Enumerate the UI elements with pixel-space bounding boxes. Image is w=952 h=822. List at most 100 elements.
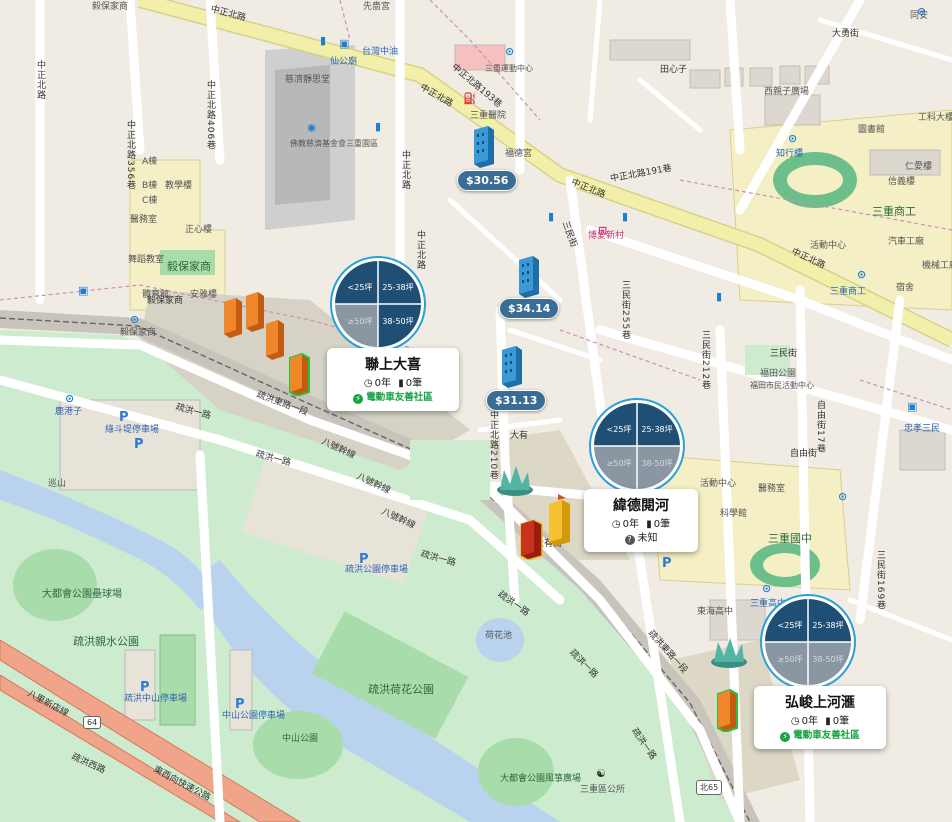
building-icon: ▮ — [646, 519, 652, 530]
place-label: 巡山 — [48, 479, 67, 489]
bicycle-icon[interactable]: ⊙ — [130, 313, 139, 326]
road-label: 中正北路406巷 — [205, 80, 215, 151]
size-label-lt25: <25坪 — [607, 425, 632, 434]
building-marker-red[interactable] — [518, 518, 548, 560]
tree-marker — [711, 638, 747, 668]
project-stats: ◷ 0年 ▮ 0筆 — [611, 519, 671, 530]
place-label: 活動中心 — [810, 241, 847, 251]
place-label: 活動中心 — [700, 479, 737, 489]
unit-size-chart[interactable]: <25坪 25-38坪 ≥50坪 38-50坪 — [330, 256, 426, 352]
place-label: 圖書館 — [858, 125, 886, 135]
building-marker-selected[interactable] — [287, 352, 313, 396]
ev-plug-icon: ⚡ — [780, 732, 791, 742]
road-label: 中正北路356巷 — [125, 120, 135, 191]
place-label: 佛教慈濟基金會三重園區 — [290, 139, 378, 148]
project-card[interactable]: 弘峻上河滙 ◷ 0年 ▮ 0筆 ⚡ 電動車友善社區 — [754, 686, 886, 749]
parking-icon[interactable]: P — [359, 552, 369, 567]
temple-icon: ☯ — [596, 767, 606, 780]
project-card[interactable]: 聯上大喜 ◷ 0年 ▮ 0筆 ⚡ 電動車友善社區 — [327, 348, 459, 411]
shopping-icon[interactable]: ⊡ — [598, 224, 607, 237]
parking-icon[interactable]: P — [140, 680, 150, 695]
bus-stop-icon[interactable]: ▮ — [622, 210, 628, 223]
parking-icon[interactable]: P — [134, 437, 144, 452]
bicycle-icon[interactable]: ⊙ — [505, 45, 514, 58]
place-label: 醫務室 — [758, 484, 786, 494]
place-label: 三重醫院 — [470, 111, 507, 121]
unit-size-chart[interactable]: <25坪 25-38坪 ≥50坪 38-50坪 — [760, 594, 856, 690]
place-label: 毅保家商 — [92, 2, 129, 12]
temple-icon: ✺ — [307, 122, 317, 135]
bicycle-icon[interactable]: ⊙ — [838, 490, 847, 503]
place-label: 大都會公園壘球場 — [42, 589, 122, 600]
road-label: 自由街 — [790, 449, 818, 459]
bus-stop-icon[interactable]: ▮ — [375, 120, 381, 133]
building-marker-blue[interactable] — [470, 124, 498, 168]
place-label: 工科大樓 — [918, 113, 952, 123]
place-label: 中山公園停車場 — [222, 711, 286, 721]
place-label: 毅保家商 — [167, 260, 211, 273]
place-label: 機械工廠 — [922, 261, 952, 271]
place-label: 疏洪公園停車場 — [345, 565, 409, 575]
place-label: 體育館 — [142, 290, 170, 300]
road-label: 田心子 — [660, 65, 688, 75]
place-label: 科學館 — [720, 509, 748, 519]
building-marker-blue[interactable] — [498, 344, 526, 388]
unknown-badge: ? 未知 — [594, 532, 688, 546]
parking-icon[interactable]: P — [235, 697, 245, 712]
building-marker-yellow[interactable] — [546, 494, 576, 546]
place-label: 三重商工 — [872, 205, 916, 218]
building-icon: ▮ — [825, 716, 831, 727]
price-tag[interactable]: $30.56 — [457, 170, 518, 191]
project-title: 聯上大喜 — [365, 357, 421, 373]
building-marker-selected[interactable] — [715, 688, 741, 732]
building-cluster-orange[interactable] — [220, 290, 292, 360]
bus-stop-icon[interactable]: ▮ — [716, 290, 722, 303]
bus-stop-icon[interactable]: ▣ — [78, 284, 88, 297]
place-label: 鹿港子 — [55, 407, 83, 417]
bicycle-icon[interactable]: ⊙ — [917, 5, 926, 18]
map-canvas[interactable]: 中正北路 中正北路193巷 中正北路191巷 中正北路 中正北路 中正北路 中正… — [0, 0, 952, 822]
clock-icon: ◷ — [790, 716, 800, 727]
question-icon: ? — [624, 535, 635, 545]
road-label: 三民街255巷 — [620, 280, 630, 341]
place-label: 三重運動中心 — [485, 64, 533, 73]
size-label-ge50: ≥50坪 — [778, 655, 803, 664]
place-label: 三重國中 — [768, 532, 812, 545]
size-label-25-38: 25-38坪 — [382, 283, 413, 292]
place-label: 仁愛樓 — [905, 162, 933, 172]
place-label: 三重區公所 — [580, 785, 626, 795]
road-label: 大有 — [510, 431, 529, 441]
bus-stop-icon[interactable]: ▣ — [907, 400, 917, 413]
highway-shield: 64 — [83, 716, 102, 729]
place-label: 忠孝三民 — [904, 424, 941, 434]
place-label: 教學樓 — [165, 181, 193, 191]
road-label: 中正北路 — [400, 150, 410, 190]
tree-marker — [497, 466, 533, 496]
bus-stop-icon[interactable]: ▮ — [320, 34, 326, 47]
parking-icon[interactable]: P — [119, 410, 129, 425]
size-label-38-50: 38-50坪 — [812, 655, 843, 664]
bicycle-icon[interactable]: ⊙ — [788, 132, 797, 145]
place-label: C棟 — [142, 196, 158, 206]
place-label: 東海高中 — [697, 607, 734, 617]
place-label: 信義樓 — [888, 177, 916, 187]
size-label-38-50: 38-50坪 — [382, 317, 413, 326]
bus-stop-icon[interactable]: ▣ — [339, 37, 349, 50]
place-label: 安雅樓 — [190, 290, 218, 300]
unit-size-chart[interactable]: <25坪 25-38坪 ≥50坪 38-50坪 — [589, 398, 685, 494]
place-label: 疏洪親水公園 — [73, 635, 139, 648]
bicycle-icon[interactable]: ⊙ — [857, 268, 866, 281]
price-tag[interactable]: $34.14 — [499, 298, 560, 319]
bicycle-icon[interactable]: ⊙ — [65, 392, 74, 405]
place-label: 知行樓 — [776, 149, 804, 159]
building-icon: ▮ — [398, 378, 404, 389]
road-label: 大勇街 — [832, 29, 860, 39]
project-card[interactable]: 緯德閱河 ◷ 0年 ▮ 0筆 ? 未知 — [584, 489, 698, 552]
building-marker-blue[interactable] — [515, 254, 543, 298]
price-tag[interactable]: $31.13 — [486, 390, 547, 411]
size-label-lt25: <25坪 — [778, 621, 803, 630]
fuel-icon[interactable]: ⛽ — [463, 92, 477, 105]
road-label: 三民街169巷 — [875, 550, 885, 611]
bus-stop-icon[interactable]: ▮ — [548, 210, 554, 223]
parking-icon[interactable]: P — [662, 556, 672, 571]
